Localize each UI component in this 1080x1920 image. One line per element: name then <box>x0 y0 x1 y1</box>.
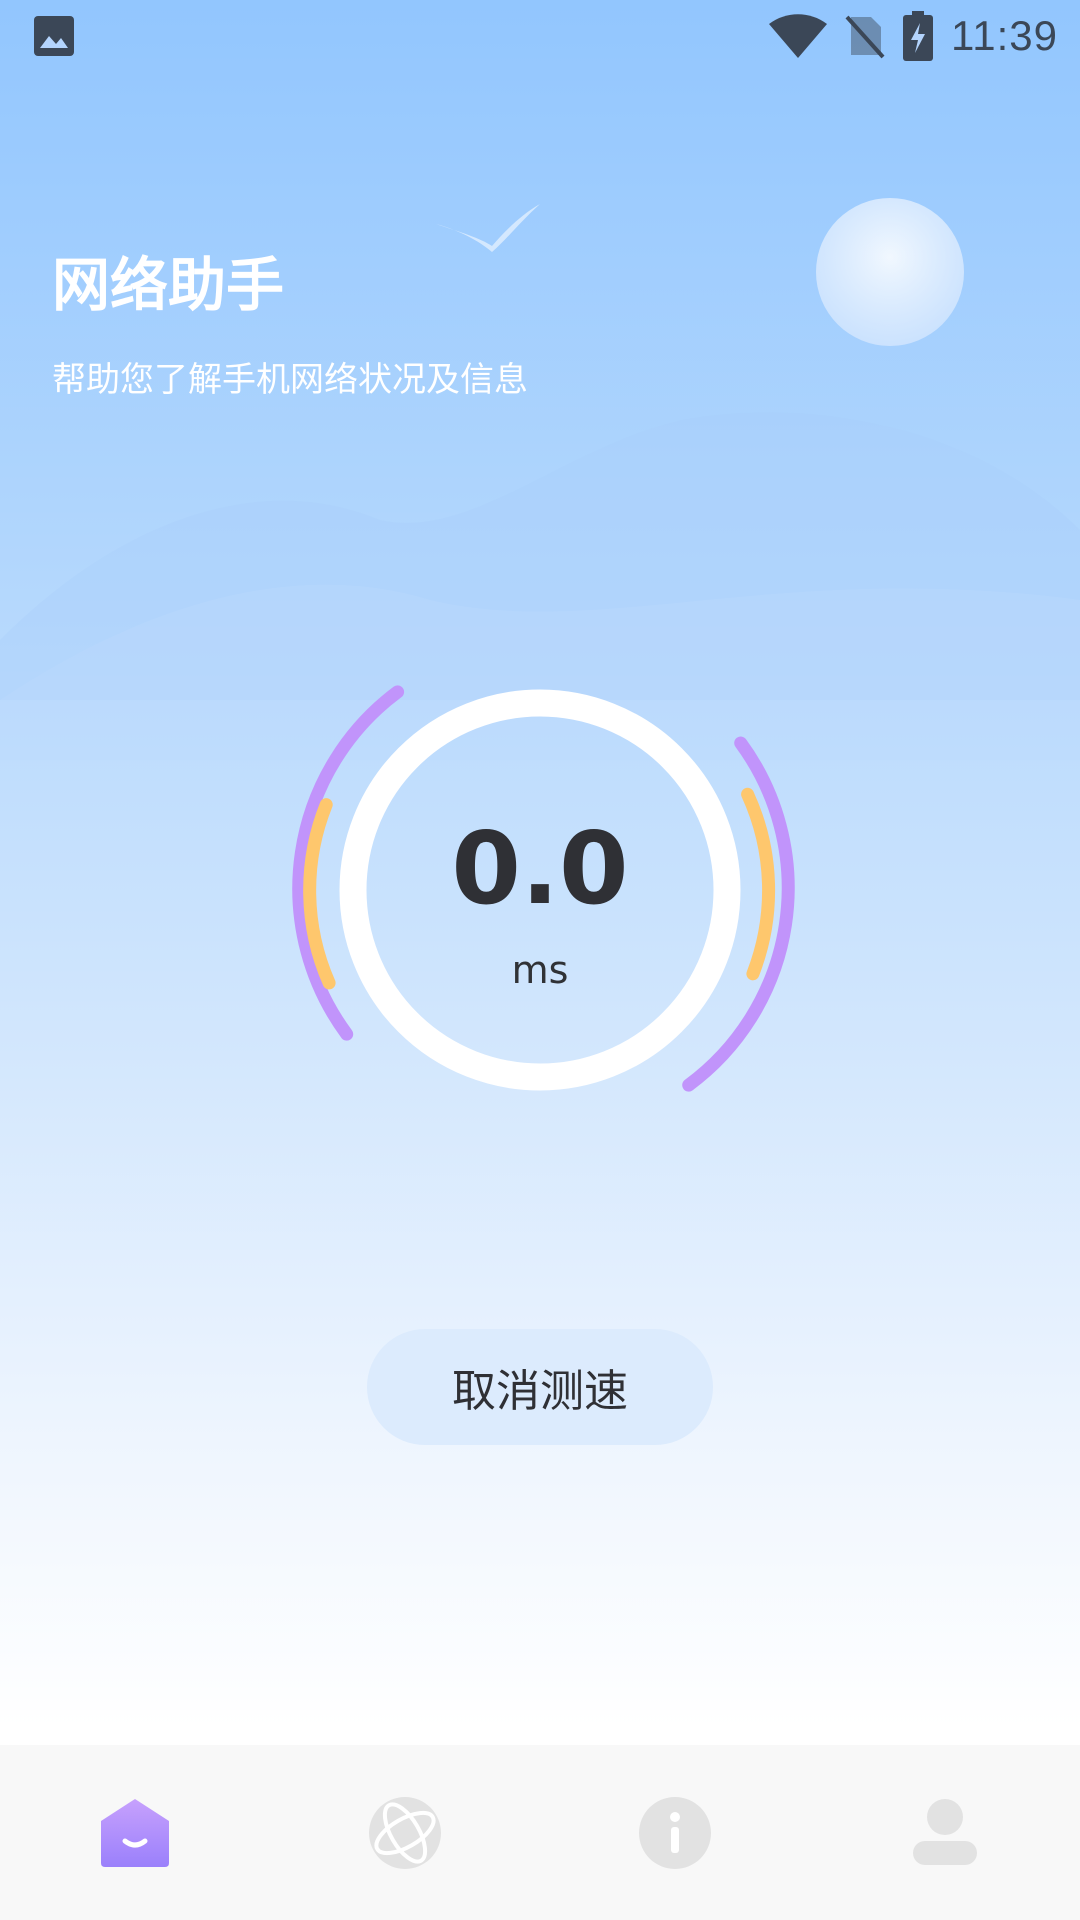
user-icon <box>913 1798 977 1865</box>
status-time: 11:39 <box>951 12 1058 59</box>
nav-item-profile[interactable] <box>810 1745 1080 1920</box>
sun-decoration <box>816 198 964 346</box>
nav-item-home[interactable] <box>0 1745 270 1920</box>
nav-item-globe[interactable] <box>270 1745 540 1920</box>
bottom-nav <box>0 1745 1080 1920</box>
nav-item-info[interactable] <box>540 1745 810 1920</box>
page-title: 网络助手 <box>52 251 285 319</box>
latency-gauge: 0.0 ms <box>280 680 800 1100</box>
bird-decoration <box>436 204 540 252</box>
gallery-notification-icon <box>34 16 74 56</box>
home-icon <box>101 1798 169 1867</box>
no-sim-icon <box>845 15 885 59</box>
latency-value: 0.0 <box>451 810 629 927</box>
page-subtitle: 帮助您了解手机网络状况及信息 <box>52 360 528 400</box>
cancel-speed-test-button[interactable]: 取消测速 <box>367 1329 713 1445</box>
status-bar: 11:39 <box>0 0 1080 72</box>
info-icon <box>639 1796 711 1869</box>
latency-unit: ms <box>511 948 569 992</box>
wifi-icon <box>769 14 827 58</box>
globe-icon <box>369 1796 441 1869</box>
battery-charging-icon <box>903 11 933 61</box>
